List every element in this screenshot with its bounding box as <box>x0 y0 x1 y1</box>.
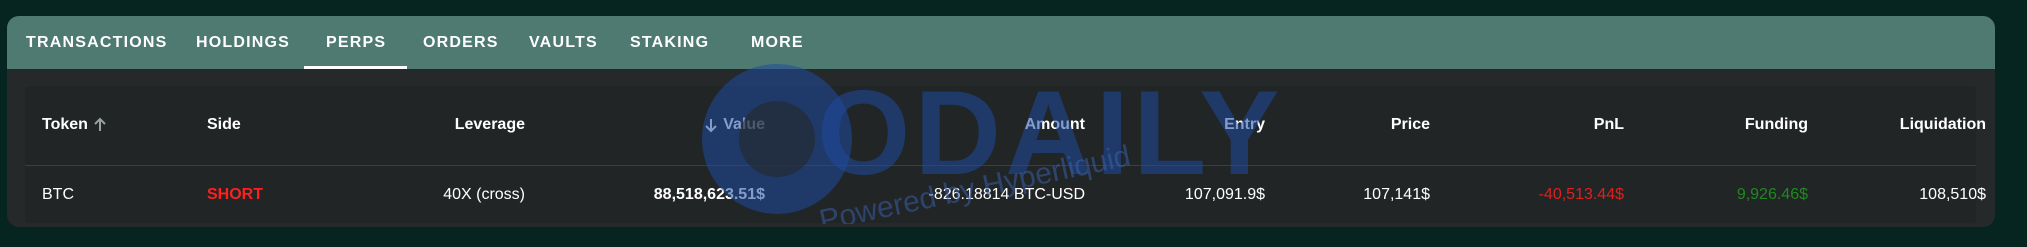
row-side-short: SHORT <box>207 186 263 203</box>
tab-holdings[interactable]: HOLDINGS <box>196 16 290 69</box>
tab-transactions[interactable]: TRANSACTIONS <box>26 16 168 69</box>
tab-bar: TRANSACTIONS HOLDINGS PERPS ORDERS VAULT… <box>7 16 1995 69</box>
header-side[interactable]: Side <box>207 116 241 134</box>
header-divider <box>25 165 1976 166</box>
positions-table: Token Side Leverage Value Amount Entry P… <box>25 86 1986 223</box>
row-value: 88,518,623.51$ <box>653 186 765 203</box>
row-liquidation: 108,510$ <box>1919 186 1986 203</box>
tab-staking[interactable]: STAKING <box>630 16 709 69</box>
header-leverage[interactable]: Leverage <box>325 116 525 134</box>
header-funding[interactable]: Funding <box>1625 116 1808 134</box>
row-pnl: -40,513.44$ <box>1538 186 1624 203</box>
positions-panel: TRANSACTIONS HOLDINGS PERPS ORDERS VAULT… <box>7 16 1995 227</box>
tab-vaults[interactable]: VAULTS <box>529 16 598 69</box>
header-value-label: Value <box>723 116 765 133</box>
active-tab-indicator <box>304 66 407 69</box>
header-token[interactable]: Token <box>42 116 108 134</box>
sort-arrow-down-icon <box>703 116 723 133</box>
row-leverage: 40X (cross) <box>443 186 525 203</box>
row-entry: 107,091.9$ <box>1184 186 1265 203</box>
row-token: BTC <box>42 186 74 203</box>
header-price[interactable]: Price <box>1275 116 1430 134</box>
header-entry[interactable]: Entry <box>1125 116 1265 134</box>
header-liquidation[interactable]: Liquidation <box>1805 116 1986 134</box>
header-value[interactable]: Value <box>585 116 765 134</box>
row-amount: -826.18814 BTC-USD <box>928 186 1085 203</box>
tab-orders[interactable]: ORDERS <box>423 16 499 69</box>
row-price: 107,141$ <box>1363 186 1430 203</box>
tab-perps[interactable]: PERPS <box>326 16 386 69</box>
header-pnl[interactable]: PnL <box>1425 116 1624 134</box>
sort-arrow-up-icon <box>92 116 108 133</box>
header-token-label: Token <box>42 116 88 133</box>
tab-more[interactable]: MORE <box>751 16 804 69</box>
row-funding: 9,926.46$ <box>1736 186 1808 203</box>
header-amount[interactable]: Amount <box>885 116 1085 134</box>
